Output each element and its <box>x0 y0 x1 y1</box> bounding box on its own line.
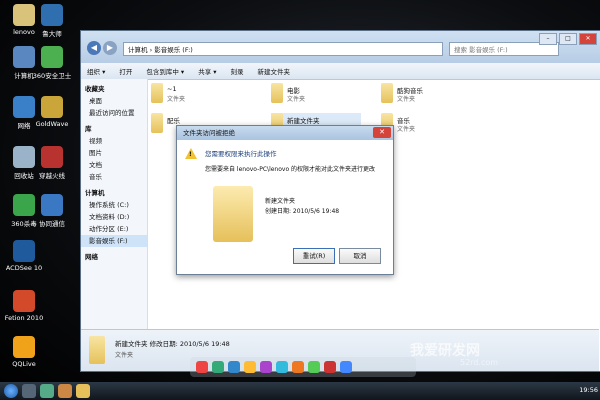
taskbar-explorer-icon[interactable] <box>76 384 90 398</box>
close-icon[interactable]: ✕ <box>579 33 597 45</box>
desktop-icon-360safe[interactable]: 360安全卫士 <box>30 46 74 80</box>
folder-item-kugou[interactable]: 酷狗音乐 文件夹 <box>381 83 471 107</box>
taskbar-clock[interactable]: 19:56 <box>579 386 598 394</box>
ludashi-icon <box>41 4 63 26</box>
desktop-icon-goldwave[interactable]: GoldWave <box>30 96 74 128</box>
dialog-folder-date: 创建日期: 2010/5/6 19:48 <box>265 208 340 215</box>
dock-app-icon[interactable] <box>196 361 208 373</box>
dialog-title: 文件夹访问被拒绝 <box>183 129 235 137</box>
dialog-body: ! 您需要权限来执行此操作 您需要来自 lenovo-PC\lenovo 的权限… <box>177 140 393 274</box>
sidebar-group-favorites[interactable]: 收藏夹 <box>81 83 147 95</box>
cancel-button[interactable]: 取消 <box>339 248 381 264</box>
maximize-icon[interactable]: □ <box>559 33 577 45</box>
sidebar-item-videos[interactable]: 视频 <box>81 135 147 147</box>
desktop-icon-fetion[interactable]: Fetion 2010 <box>2 290 46 322</box>
dock-app-icon[interactable] <box>324 361 336 373</box>
folder-icon <box>213 186 253 242</box>
goldwave-icon <box>41 96 63 118</box>
dialog-folder-name: 新建文件夹 <box>265 198 296 205</box>
watermark-sub: 52rd.com <box>460 358 499 367</box>
open-button[interactable]: 打开 <box>119 66 132 76</box>
dock-app-icon[interactable] <box>292 361 304 373</box>
taskbar-app-icon[interactable] <box>58 384 72 398</box>
taskbar-app-icon[interactable] <box>40 384 54 398</box>
folder-item-movies[interactable]: 电影 文件夹 <box>271 83 361 107</box>
access-denied-dialog: 文件夹访问被拒绝 ✕ ! 您需要权限来执行此操作 您需要来自 lenovo-PC… <box>176 125 394 275</box>
desktop-icon-ludashi[interactable]: 鲁大师 <box>30 4 74 38</box>
fetion-icon <box>13 290 35 312</box>
close-icon[interactable]: ✕ <box>373 127 391 138</box>
folder-icon <box>89 336 105 364</box>
folder-item-music[interactable]: 音乐 文件夹 <box>381 113 471 137</box>
dialog-titlebar: 文件夹访问被拒绝 ✕ <box>177 126 393 140</box>
sidebar-item-drive-c[interactable]: 操作系统 (C:) <box>81 199 147 211</box>
acdsee-icon <box>13 240 35 262</box>
taskbar-app-icon[interactable] <box>22 384 36 398</box>
dock-app-icon[interactable] <box>340 361 352 373</box>
dock-app-icon[interactable] <box>308 361 320 373</box>
folder-item-1[interactable]: ~1 文件夹 <box>151 83 241 107</box>
dialog-heading: 您需要权限来执行此操作 <box>205 150 277 158</box>
details-name: 新建文件夹 修改日期: 2010/5/6 19:48 <box>115 340 230 348</box>
warning-mark: ! <box>189 151 192 158</box>
burn-button[interactable]: 刻录 <box>231 66 244 76</box>
360-safe-icon <box>41 46 63 68</box>
dock-app-icon[interactable] <box>228 361 240 373</box>
sidebar-item-drive-f[interactable]: 影音娱乐 (F:) <box>81 235 147 247</box>
retry-button[interactable]: 重试(R) <box>293 248 335 264</box>
window-controls: – □ ✕ <box>539 33 597 45</box>
minimize-icon[interactable]: – <box>539 33 557 45</box>
sidebar-item-documents[interactable]: 文档 <box>81 159 147 171</box>
dock-app-icon[interactable] <box>276 361 288 373</box>
sidebar-group-libraries[interactable]: 库 <box>81 123 147 135</box>
sidebar-group-network[interactable]: 网络 <box>81 251 147 263</box>
folder-icon <box>271 83 283 103</box>
folder-icon <box>381 83 393 103</box>
dock-app-icon[interactable] <box>212 361 224 373</box>
share-button[interactable]: 共享 ▾ <box>198 66 216 76</box>
desktop-icon-collab[interactable]: 协同通信 <box>30 194 74 228</box>
crossfire-icon <box>41 146 63 168</box>
taskbar: 19:56 <box>0 382 600 400</box>
command-toolbar: 组织 ▾ 打开 包含到库中 ▾ 共享 ▾ 刻录 新建文件夹 <box>81 63 600 80</box>
desktop-icon-qqlive[interactable]: QQLive <box>2 336 46 368</box>
dock-app-icon[interactable] <box>260 361 272 373</box>
forward-button[interactable]: ▶ <box>103 41 117 55</box>
sidebar-item-drive-e[interactable]: 动作分区 (E:) <box>81 223 147 235</box>
folder-icon <box>151 83 163 103</box>
details-type: 文件夹 <box>115 352 134 359</box>
folder-icon <box>151 113 163 133</box>
address-bar[interactable]: 计算机 › 影音娱乐 (F:) <box>123 42 443 56</box>
start-icon[interactable] <box>4 384 18 398</box>
collab-icon <box>41 194 63 216</box>
sidebar-item-recent[interactable]: 最近访问的位置 <box>81 107 147 119</box>
new-folder-button[interactable]: 新建文件夹 <box>258 66 291 76</box>
sidebar-group-computer[interactable]: 计算机 <box>81 187 147 199</box>
back-button[interactable]: ◀ <box>87 41 101 55</box>
organize-button[interactable]: 组织 ▾ <box>87 66 105 76</box>
sidebar-item-drive-d[interactable]: 文档资料 (D:) <box>81 211 147 223</box>
sidebar-item-desktop[interactable]: 桌面 <box>81 95 147 107</box>
titlebar: ◀ ▶ 计算机 › 影音娱乐 (F:) 搜索 影音娱乐 (F:) – □ ✕ <box>81 31 600 63</box>
navigation-pane: 收藏夹 桌面 最近访问的位置 库 视频 图片 文档 音乐 计算机 操作系统 (C… <box>81 79 148 329</box>
include-in-library-button[interactable]: 包含到库中 ▾ <box>146 66 184 76</box>
watermark: 我爱研发网 <box>410 343 480 359</box>
app-dock <box>190 357 416 377</box>
desktop-icon-crossfire[interactable]: 穿越火线 <box>30 146 74 180</box>
sidebar-item-music[interactable]: 音乐 <box>81 171 147 183</box>
qqlive-icon <box>13 336 35 358</box>
sidebar-item-pictures[interactable]: 图片 <box>81 147 147 159</box>
desktop-icon-acdsee[interactable]: ACDSee 10 <box>2 240 46 272</box>
dock-app-icon[interactable] <box>244 361 256 373</box>
dialog-message: 您需要来自 lenovo-PC\lenovo 的权限才能对此文件夹进行更改 <box>205 166 376 173</box>
